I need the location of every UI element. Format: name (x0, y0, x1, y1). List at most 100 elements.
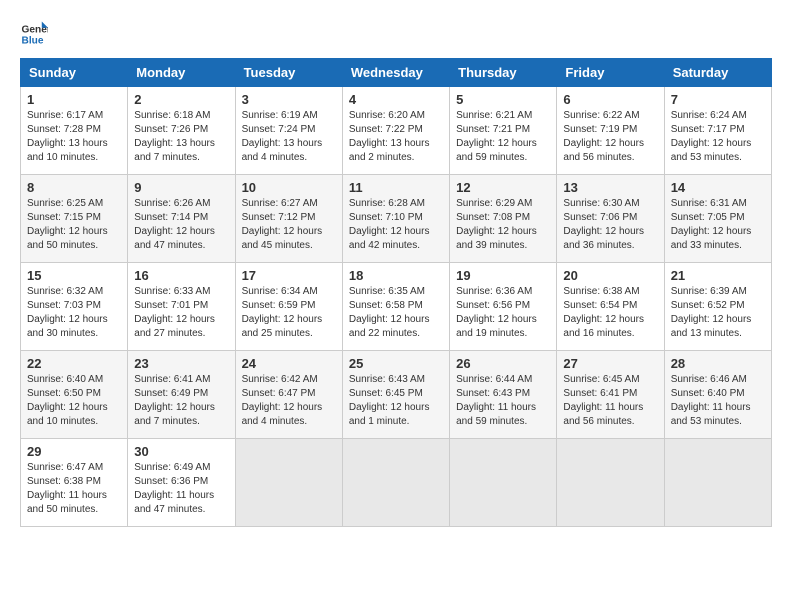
calendar-cell: 25 Sunrise: 6:43 AMSunset: 6:45 PMDaylig… (342, 351, 449, 439)
day-info: Sunrise: 6:49 AMSunset: 6:36 PMDaylight:… (134, 461, 228, 517)
logo: General Blue (20, 20, 52, 48)
day-info: Sunrise: 6:35 AMSunset: 6:58 PMDaylight:… (349, 285, 443, 341)
calendar-cell: 30 Sunrise: 6:49 AMSunset: 6:36 PMDaylig… (128, 439, 235, 527)
day-info: Sunrise: 6:32 AMSunset: 7:03 PMDaylight:… (27, 285, 121, 341)
calendar-cell: 21 Sunrise: 6:39 AMSunset: 6:52 PMDaylig… (664, 263, 771, 351)
day-info: Sunrise: 6:17 AMSunset: 7:28 PMDaylight:… (27, 109, 121, 165)
calendar-table: SundayMondayTuesdayWednesdayThursdayFrid… (20, 58, 772, 527)
day-number: 5 (456, 92, 550, 107)
day-number: 30 (134, 444, 228, 459)
day-info: Sunrise: 6:34 AMSunset: 6:59 PMDaylight:… (242, 285, 336, 341)
day-number: 15 (27, 268, 121, 283)
day-number: 21 (671, 268, 765, 283)
day-number: 2 (134, 92, 228, 107)
day-number: 25 (349, 356, 443, 371)
day-number: 20 (563, 268, 657, 283)
day-info: Sunrise: 6:38 AMSunset: 6:54 PMDaylight:… (563, 285, 657, 341)
calendar-cell: 12 Sunrise: 6:29 AMSunset: 7:08 PMDaylig… (450, 175, 557, 263)
page-header: General Blue (20, 20, 772, 48)
calendar-cell: 16 Sunrise: 6:33 AMSunset: 7:01 PMDaylig… (128, 263, 235, 351)
col-header-thursday: Thursday (450, 59, 557, 87)
calendar-cell: 17 Sunrise: 6:34 AMSunset: 6:59 PMDaylig… (235, 263, 342, 351)
day-info: Sunrise: 6:40 AMSunset: 6:50 PMDaylight:… (27, 373, 121, 429)
day-info: Sunrise: 6:28 AMSunset: 7:10 PMDaylight:… (349, 197, 443, 253)
calendar-cell: 5 Sunrise: 6:21 AMSunset: 7:21 PMDayligh… (450, 87, 557, 175)
calendar-cell: 13 Sunrise: 6:30 AMSunset: 7:06 PMDaylig… (557, 175, 664, 263)
day-info: Sunrise: 6:19 AMSunset: 7:24 PMDaylight:… (242, 109, 336, 165)
calendar-cell: 3 Sunrise: 6:19 AMSunset: 7:24 PMDayligh… (235, 87, 342, 175)
calendar-cell: 15 Sunrise: 6:32 AMSunset: 7:03 PMDaylig… (21, 263, 128, 351)
day-number: 17 (242, 268, 336, 283)
day-number: 18 (349, 268, 443, 283)
day-number: 23 (134, 356, 228, 371)
day-number: 7 (671, 92, 765, 107)
day-info: Sunrise: 6:36 AMSunset: 6:56 PMDaylight:… (456, 285, 550, 341)
day-info: Sunrise: 6:26 AMSunset: 7:14 PMDaylight:… (134, 197, 228, 253)
day-number: 12 (456, 180, 550, 195)
day-info: Sunrise: 6:46 AMSunset: 6:40 PMDaylight:… (671, 373, 765, 429)
calendar-cell: 24 Sunrise: 6:42 AMSunset: 6:47 PMDaylig… (235, 351, 342, 439)
day-info: Sunrise: 6:41 AMSunset: 6:49 PMDaylight:… (134, 373, 228, 429)
day-info: Sunrise: 6:22 AMSunset: 7:19 PMDaylight:… (563, 109, 657, 165)
calendar-cell: 19 Sunrise: 6:36 AMSunset: 6:56 PMDaylig… (450, 263, 557, 351)
day-info: Sunrise: 6:27 AMSunset: 7:12 PMDaylight:… (242, 197, 336, 253)
logo-icon: General Blue (20, 20, 48, 48)
day-info: Sunrise: 6:29 AMSunset: 7:08 PMDaylight:… (456, 197, 550, 253)
day-info: Sunrise: 6:39 AMSunset: 6:52 PMDaylight:… (671, 285, 765, 341)
day-info: Sunrise: 6:21 AMSunset: 7:21 PMDaylight:… (456, 109, 550, 165)
calendar-cell (557, 439, 664, 527)
calendar-cell: 4 Sunrise: 6:20 AMSunset: 7:22 PMDayligh… (342, 87, 449, 175)
calendar-cell: 8 Sunrise: 6:25 AMSunset: 7:15 PMDayligh… (21, 175, 128, 263)
day-info: Sunrise: 6:24 AMSunset: 7:17 PMDaylight:… (671, 109, 765, 165)
calendar-cell: 9 Sunrise: 6:26 AMSunset: 7:14 PMDayligh… (128, 175, 235, 263)
day-number: 3 (242, 92, 336, 107)
day-number: 8 (27, 180, 121, 195)
day-number: 27 (563, 356, 657, 371)
calendar-cell: 23 Sunrise: 6:41 AMSunset: 6:49 PMDaylig… (128, 351, 235, 439)
day-info: Sunrise: 6:25 AMSunset: 7:15 PMDaylight:… (27, 197, 121, 253)
day-info: Sunrise: 6:30 AMSunset: 7:06 PMDaylight:… (563, 197, 657, 253)
day-number: 22 (27, 356, 121, 371)
calendar-cell (450, 439, 557, 527)
calendar-cell (664, 439, 771, 527)
day-info: Sunrise: 6:42 AMSunset: 6:47 PMDaylight:… (242, 373, 336, 429)
col-header-monday: Monday (128, 59, 235, 87)
day-number: 4 (349, 92, 443, 107)
calendar-cell: 29 Sunrise: 6:47 AMSunset: 6:38 PMDaylig… (21, 439, 128, 527)
calendar-cell: 7 Sunrise: 6:24 AMSunset: 7:17 PMDayligh… (664, 87, 771, 175)
calendar-cell: 14 Sunrise: 6:31 AMSunset: 7:05 PMDaylig… (664, 175, 771, 263)
col-header-tuesday: Tuesday (235, 59, 342, 87)
col-header-friday: Friday (557, 59, 664, 87)
day-info: Sunrise: 6:31 AMSunset: 7:05 PMDaylight:… (671, 197, 765, 253)
day-number: 28 (671, 356, 765, 371)
day-info: Sunrise: 6:47 AMSunset: 6:38 PMDaylight:… (27, 461, 121, 517)
calendar-cell: 11 Sunrise: 6:28 AMSunset: 7:10 PMDaylig… (342, 175, 449, 263)
calendar-cell: 6 Sunrise: 6:22 AMSunset: 7:19 PMDayligh… (557, 87, 664, 175)
calendar-cell (235, 439, 342, 527)
day-number: 9 (134, 180, 228, 195)
day-number: 13 (563, 180, 657, 195)
day-number: 26 (456, 356, 550, 371)
svg-text:Blue: Blue (22, 35, 44, 46)
calendar-cell: 2 Sunrise: 6:18 AMSunset: 7:26 PMDayligh… (128, 87, 235, 175)
calendar-cell: 22 Sunrise: 6:40 AMSunset: 6:50 PMDaylig… (21, 351, 128, 439)
calendar-cell: 27 Sunrise: 6:45 AMSunset: 6:41 PMDaylig… (557, 351, 664, 439)
day-number: 11 (349, 180, 443, 195)
calendar-cell: 18 Sunrise: 6:35 AMSunset: 6:58 PMDaylig… (342, 263, 449, 351)
day-number: 19 (456, 268, 550, 283)
day-number: 1 (27, 92, 121, 107)
day-info: Sunrise: 6:44 AMSunset: 6:43 PMDaylight:… (456, 373, 550, 429)
calendar-cell: 26 Sunrise: 6:44 AMSunset: 6:43 PMDaylig… (450, 351, 557, 439)
day-info: Sunrise: 6:45 AMSunset: 6:41 PMDaylight:… (563, 373, 657, 429)
day-info: Sunrise: 6:18 AMSunset: 7:26 PMDaylight:… (134, 109, 228, 165)
day-number: 6 (563, 92, 657, 107)
day-number: 10 (242, 180, 336, 195)
col-header-wednesday: Wednesday (342, 59, 449, 87)
calendar-cell: 1 Sunrise: 6:17 AMSunset: 7:28 PMDayligh… (21, 87, 128, 175)
day-info: Sunrise: 6:33 AMSunset: 7:01 PMDaylight:… (134, 285, 228, 341)
calendar-cell (342, 439, 449, 527)
col-header-sunday: Sunday (21, 59, 128, 87)
day-number: 29 (27, 444, 121, 459)
day-number: 16 (134, 268, 228, 283)
calendar-cell: 20 Sunrise: 6:38 AMSunset: 6:54 PMDaylig… (557, 263, 664, 351)
